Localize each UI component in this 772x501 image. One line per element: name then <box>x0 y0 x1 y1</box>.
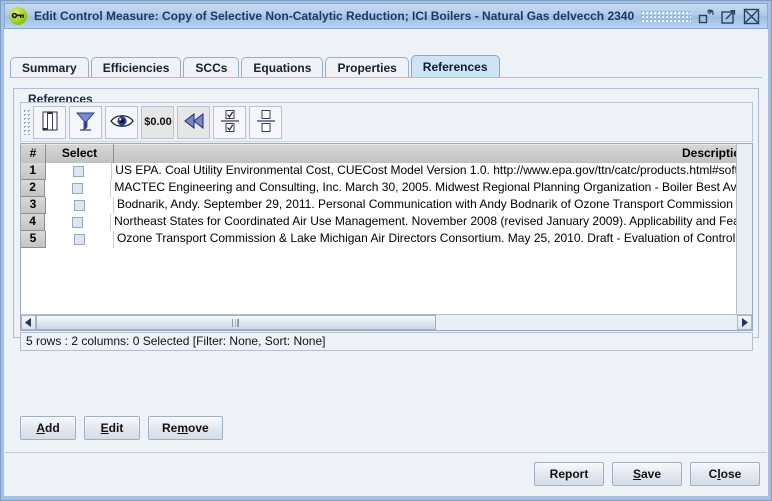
tab-label: Equations <box>253 61 312 75</box>
tab-label: Summary <box>22 61 77 75</box>
toolbar-rewind-button[interactable] <box>177 105 210 139</box>
row-checkbox[interactable] <box>74 234 85 245</box>
select-all-checkboxes-icon <box>220 109 240 136</box>
tab-references[interactable]: References <box>410 55 500 78</box>
row-number: 3 <box>21 197 46 214</box>
table-toolbar: $0.00 <box>20 102 753 142</box>
clear-selection-icon <box>256 109 276 136</box>
row-checkbox[interactable] <box>74 200 85 211</box>
table-row[interactable]: 3 Bodnarik, Andy. September 29, 2011. Pe… <box>21 197 752 214</box>
column-header-number[interactable]: # <box>21 144 46 163</box>
application-window: Edit Control Measure: Copy of Selective … <box>0 0 772 501</box>
dialog-actions: Report Save Close <box>534 462 760 486</box>
row-select-cell[interactable] <box>45 163 113 180</box>
row-number: 4 <box>21 214 46 231</box>
table-body: 1 US EPA. Coal Utility Environmental Cos… <box>21 163 752 304</box>
window-controls <box>697 8 760 25</box>
dollar-format-icon: $0.00 <box>143 113 173 132</box>
column-header-description[interactable]: Description <box>114 144 752 163</box>
tab-label: Properties <box>337 61 397 75</box>
row-description: MACTEC Engineering and Consulting, Inc. … <box>111 180 752 197</box>
scroll-left-arrow-icon[interactable] <box>21 315 36 330</box>
row-checkbox[interactable] <box>72 217 84 228</box>
tab-efficiencies[interactable]: Efficiencies <box>90 57 182 78</box>
tab-summary[interactable]: Summary <box>10 57 89 78</box>
tab-bar: Summary Efficiencies SCCs Equations Prop… <box>10 55 762 78</box>
svg-text:$0.00: $0.00 <box>144 116 172 128</box>
key-green-icon <box>8 6 28 26</box>
references-panel: References $0.00 # Select Description 1 … <box>10 78 762 447</box>
row-number: 1 <box>21 163 46 180</box>
table-vertical-scrollbar[interactable] <box>736 144 752 314</box>
tab-label: SCCs <box>195 61 228 75</box>
table-status-bar: 5 rows : 2 columns: 0 Selected [Filter: … <box>20 332 753 351</box>
tab-equations[interactable]: Equations <box>241 57 324 78</box>
tab-label: References <box>422 60 488 74</box>
row-select-cell[interactable] <box>46 197 114 214</box>
row-select-cell[interactable] <box>45 180 112 197</box>
references-table: # Select Description 1 US EPA. Coal Util… <box>20 143 753 331</box>
row-description: US EPA. Coal Utility Environmental Cost,… <box>112 163 752 180</box>
title-bar[interactable]: Edit Control Measure: Copy of Selective … <box>4 3 768 29</box>
table-row[interactable]: 5 Ozone Transport Commission & Lake Mich… <box>21 231 752 248</box>
row-description: Northeast States for Coordinated Air Use… <box>111 214 752 231</box>
save-button[interactable]: Save <box>612 462 682 486</box>
close-button[interactable] <box>743 8 760 25</box>
title-bar-grip <box>640 10 691 22</box>
add-button[interactable]: Add <box>20 416 76 440</box>
table-horizontal-scrollbar[interactable] <box>21 314 752 330</box>
table-empty-area <box>21 248 752 304</box>
toolbar-select-all-button[interactable] <box>213 105 246 139</box>
edit-button[interactable]: Edit <box>84 416 140 440</box>
tab-properties[interactable]: Properties <box>325 57 409 78</box>
row-description: Bodnarik, Andy. September 29, 2011. Pers… <box>114 197 752 214</box>
row-select-cell[interactable] <box>45 214 112 231</box>
close-dialog-button[interactable]: Close <box>690 462 760 486</box>
toolbar-format-button[interactable]: $0.00 <box>141 105 174 139</box>
table-row[interactable]: 1 US EPA. Coal Utility Environmental Cos… <box>21 163 752 180</box>
row-checkbox[interactable] <box>72 166 84 177</box>
row-number: 2 <box>21 180 46 197</box>
column-header-select[interactable]: Select <box>46 144 114 163</box>
table-row[interactable]: 2 MACTEC Engineering and Consulting, Inc… <box>21 180 752 197</box>
scrollbar-track[interactable] <box>36 315 737 330</box>
minimize-button[interactable] <box>697 8 714 25</box>
table-header-row: # Select Description <box>21 144 752 163</box>
scrollbar-thumb[interactable] <box>36 315 436 330</box>
row-number: 5 <box>21 231 46 248</box>
table-row[interactable]: 4 Northeast States for Coordinated Air U… <box>21 214 752 231</box>
scroll-right-arrow-icon[interactable] <box>737 315 752 330</box>
toolbar-filter-button[interactable] <box>69 105 102 139</box>
remove-button[interactable]: Remove <box>148 416 223 440</box>
tab-sccs[interactable]: SCCs <box>183 57 240 78</box>
funnel-filter-icon <box>75 110 96 135</box>
record-actions: Add Edit Remove <box>20 416 223 440</box>
window-title: Edit Control Measure: Copy of Selective … <box>34 9 635 23</box>
row-description: Ozone Transport Commission & Lake Michig… <box>114 231 752 248</box>
references-group-box: References $0.00 # Select Description 1 … <box>13 88 759 351</box>
window-bottom-accent <box>1 496 771 500</box>
maximize-button[interactable] <box>720 8 737 25</box>
column-settings-icon <box>40 110 60 135</box>
toolbar-columns-button[interactable] <box>33 105 66 139</box>
eye-view-icon <box>109 113 134 132</box>
bottom-separator <box>5 452 767 453</box>
toolbar-show-button[interactable] <box>105 105 138 139</box>
toolbar-drag-handle[interactable] <box>23 109 30 135</box>
report-button[interactable]: Report <box>534 462 604 486</box>
rewind-double-arrow-icon <box>182 111 206 134</box>
tab-label: Efficiencies <box>102 61 170 75</box>
toolbar-clear-selection-button[interactable] <box>249 105 282 139</box>
row-checkbox[interactable] <box>72 183 84 194</box>
row-select-cell[interactable] <box>46 231 114 248</box>
